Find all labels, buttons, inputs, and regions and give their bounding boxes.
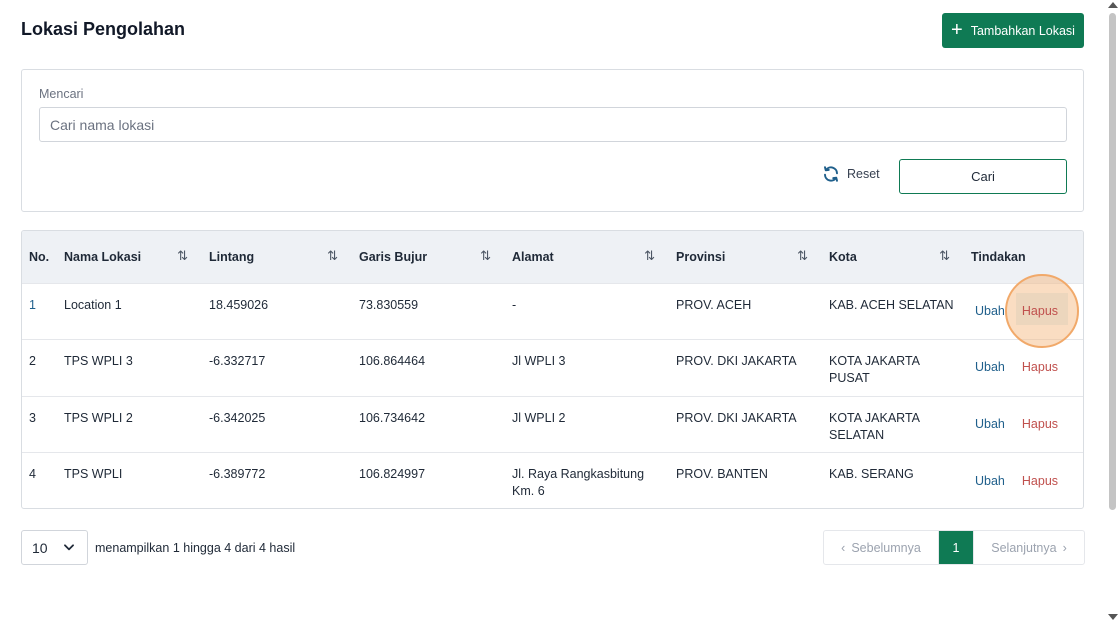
- delete-label: Hapus: [1021, 360, 1059, 375]
- delete-label: Hapus: [1021, 473, 1059, 488]
- cell-no: 2: [29, 354, 36, 368]
- per-page-value: 10: [32, 539, 48, 556]
- per-page-select[interactable]: 10: [21, 530, 88, 565]
- cell-actions: Ubah Hapus: [964, 396, 1083, 453]
- cell-province: PROV. DKI JAKARTA: [676, 354, 797, 368]
- next-page-button[interactable]: Selanjutnya ›: [973, 531, 1084, 564]
- prev-page-button[interactable]: ‹ Sebelumnya: [824, 531, 939, 564]
- page-button-current[interactable]: 1: [939, 531, 973, 564]
- col-header-address[interactable]: Alamat ⇅: [505, 231, 669, 283]
- table-header-row: No. Nama Lokasi ⇅ Lintang ⇅ Garis Bujur ⇅ A…: [22, 231, 1083, 283]
- cell-lng: 106.864464: [359, 354, 426, 368]
- sort-icon[interactable]: ⇅: [327, 248, 338, 264]
- cell-lat: -6.389772: [209, 467, 266, 481]
- add-location-label: Tambahkan Lokasi: [970, 23, 1075, 38]
- locations-table: No. Nama Lokasi ⇅ Lintang ⇅ Garis Bujur ⇅ A…: [21, 230, 1084, 509]
- refresh-icon: [824, 166, 838, 182]
- edit-link[interactable]: Ubah: [975, 473, 1005, 490]
- cell-no: 3: [29, 410, 36, 425]
- cell-lng: 73.830559: [359, 297, 419, 312]
- table-row: 2 TPS WPLI 3 -6.332717 106.864464 Jl WPL…: [22, 339, 1083, 397]
- cell-province: PROV. BANTEN: [676, 467, 768, 481]
- delete-label: Hapus: [1021, 416, 1059, 431]
- cell-actions: Ubah Hapus: [964, 340, 1083, 397]
- cell-city: KAB. ACEH SELATAN: [829, 297, 954, 312]
- scroll-thumb[interactable]: [1109, 13, 1116, 510]
- cell-lng: 106.824997: [359, 467, 426, 481]
- table-row: 4 TPS WPLI -6.389772 106.824997 Jl. Raya…: [22, 452, 1083, 509]
- sort-icon[interactable]: ⇅: [939, 248, 950, 264]
- edit-link[interactable]: Ubah: [975, 416, 1005, 433]
- reset-button[interactable]: Reset: [822, 163, 880, 185]
- cell-actions: Ubah Hapus: [964, 453, 1083, 509]
- table-row: 3 TPS WPLI 2 -6.342025 106.734642 Jl WPL…: [22, 396, 1083, 453]
- add-location-button[interactable]: + Tambahkan Lokasi: [942, 13, 1084, 48]
- table-row: 1 Location 1 18.459026 73.830559 - PROV.…: [22, 273, 1083, 348]
- chevron-down-icon: [64, 544, 74, 551]
- delete-link[interactable]: Hapus: [1004, 273, 1080, 348]
- page-title: Lokasi Pengolahan: [21, 19, 186, 39]
- cell-name: Location 1: [64, 297, 122, 312]
- search-label: Mencari: [39, 87, 84, 101]
- col-header-city[interactable]: Kota ⇅: [822, 231, 964, 283]
- sort-icon[interactable]: ⇅: [480, 248, 491, 264]
- chevron-right-icon: ›: [1062, 540, 1067, 555]
- cell-lat: 18.459026: [209, 297, 269, 312]
- search-input[interactable]: [39, 107, 1067, 142]
- cell-name: TPS WPLI: [64, 467, 123, 481]
- next-page-label: Selanjutnya: [991, 540, 1057, 555]
- sort-icon[interactable]: ⇅: [177, 248, 188, 264]
- col-header-lat[interactable]: Lintang ⇅: [202, 231, 352, 283]
- delete-link[interactable]: Hapus: [1022, 473, 1058, 490]
- search-card: Mencari Reset Cari: [21, 69, 1084, 212]
- cell-address: -: [512, 297, 517, 312]
- cell-no: 4: [29, 467, 36, 481]
- cell-address: Jl WPLI 2: [512, 410, 566, 425]
- cell-address: Jl. Raya Rangkasbitung Km. 6: [512, 467, 645, 498]
- col-header-name[interactable]: Nama Lokasi ⇅: [57, 231, 202, 283]
- sort-icon[interactable]: ⇅: [797, 248, 808, 264]
- col-header-actions: Tindakan: [971, 249, 1026, 264]
- cell-actions: Ubah Hapus: [964, 273, 1083, 348]
- cell-city: KOTA JAKARTA PUSAT: [829, 354, 920, 385]
- sort-icon[interactable]: ⇅: [644, 248, 655, 264]
- cell-lat: -6.342025: [209, 410, 266, 425]
- cell-province: PROV. DKI JAKARTA: [676, 410, 797, 425]
- scroll-down-arrow-icon[interactable]: [1108, 614, 1118, 620]
- chevron-left-icon: ‹: [841, 540, 846, 555]
- col-header-no: No.: [29, 249, 50, 264]
- col-header-lng[interactable]: Garis Bujur ⇅: [352, 231, 505, 283]
- prev-page-label: Sebelumnya: [851, 540, 921, 555]
- pagination: ‹ Sebelumnya 1 Selanjutnya ›: [823, 530, 1085, 565]
- delete-label: Hapus: [1021, 303, 1059, 318]
- cell-province: PROV. ACEH: [676, 297, 752, 312]
- vertical-scrollbar[interactable]: [1106, 0, 1120, 626]
- plus-icon: +: [951, 18, 963, 41]
- results-summary: menampilkan 1 hingga 4 dari 4 hasil: [95, 541, 296, 555]
- edit-link[interactable]: Ubah: [975, 359, 1005, 376]
- cell-city: KOTA JAKARTA SELATAN: [829, 410, 920, 442]
- cell-lat: -6.332717: [209, 354, 266, 368]
- cell-city: KAB. SERANG: [829, 467, 914, 481]
- edit-link[interactable]: Ubah: [975, 303, 1005, 320]
- scroll-up-arrow-icon[interactable]: [1108, 2, 1118, 8]
- col-header-province[interactable]: Provinsi ⇅: [669, 231, 822, 283]
- delete-link[interactable]: Hapus: [1022, 359, 1058, 376]
- delete-link[interactable]: Hapus: [1022, 416, 1058, 433]
- reset-label: Reset: [847, 167, 880, 181]
- cell-address: Jl WPLI 3: [512, 354, 566, 368]
- cell-name: TPS WPLI 2: [64, 410, 133, 425]
- cell-lng: 106.734642: [359, 410, 426, 425]
- cell-no: 1: [29, 297, 36, 312]
- search-button[interactable]: Cari: [899, 159, 1067, 194]
- cell-name: TPS WPLI 3: [64, 354, 133, 368]
